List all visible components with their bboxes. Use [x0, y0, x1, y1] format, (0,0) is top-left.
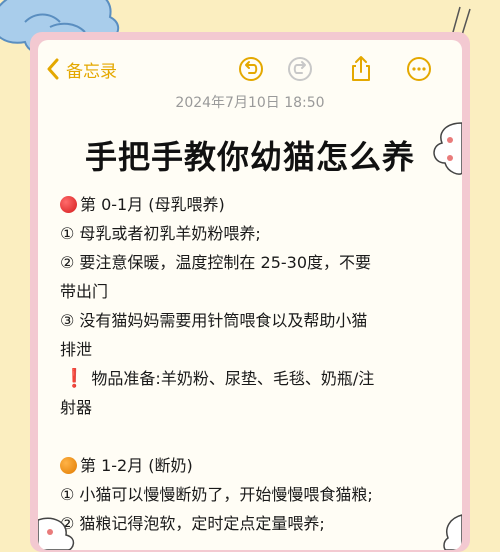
red-circle-icon	[60, 196, 77, 213]
share-button[interactable]	[346, 54, 376, 84]
text-line: 带出门	[60, 282, 109, 301]
cat-paw-decoration-left	[38, 517, 75, 550]
toolbar: 备忘录	[38, 52, 462, 86]
supplies-text: 物品准备:羊奶粉、尿垫、毛毯、奶瓶/注	[91, 369, 375, 388]
section2-heading: 第 1-2月 (断奶)	[80, 456, 193, 475]
note-card: 备忘录 2024年7月10日 18:50 手把手教你幼猫怎么养 第 0-1月 (…	[38, 40, 462, 550]
note-title: 手把手教你幼猫怎么养	[84, 138, 415, 176]
back-button[interactable]: 备忘录	[46, 54, 117, 84]
back-chevron-icon	[47, 58, 59, 80]
more-button[interactable]	[404, 54, 434, 84]
exclamation-icon: ❗	[63, 368, 86, 389]
text-line: 排泄	[60, 340, 93, 359]
section1-heading: 第 0-1月 (母乳喂养)	[80, 195, 225, 214]
note-date: 2024年7月10日 18:50	[175, 95, 325, 111]
redo-button[interactable]	[285, 54, 315, 84]
orange-circle-icon	[60, 457, 77, 474]
cat-paw-decoration	[433, 122, 462, 175]
text-line: ① 母乳或者初乳羊奶粉喂养;	[60, 224, 261, 243]
section1-heading-line: 第 0-1月 (母乳喂养)	[60, 190, 452, 219]
section2-heading-line: 第 1-2月 (断奶)	[60, 451, 452, 480]
share-icon	[352, 56, 370, 81]
note-body[interactable]: 第 0-1月 (母乳喂养) ① 母乳或者初乳羊奶粉喂养; ② 要注意保暖，温度控…	[60, 190, 452, 538]
undo-button[interactable]	[236, 54, 266, 84]
cat-paw-decoration-right	[443, 514, 462, 550]
more-icon	[407, 57, 431, 81]
text-line: ③ 没有猫妈妈需要用针筒喂食以及帮助小猫	[60, 311, 368, 330]
text-line: ① 小猫可以慢慢断奶了，开始慢慢喂食猫粮;	[60, 485, 373, 504]
redo-icon	[288, 57, 312, 81]
supplies-line: ❗ 物品准备:羊奶粉、尿垫、毛毯、奶瓶/注	[60, 364, 452, 393]
undo-icon	[239, 57, 263, 81]
back-label: 备忘录	[66, 61, 117, 82]
text-line: ② 猫粮记得泡软，定时定点定量喂养;	[60, 514, 325, 533]
text-line: 射器	[60, 398, 93, 417]
text-line: ② 要注意保暖，温度控制在 25-30度，不要	[60, 253, 372, 272]
